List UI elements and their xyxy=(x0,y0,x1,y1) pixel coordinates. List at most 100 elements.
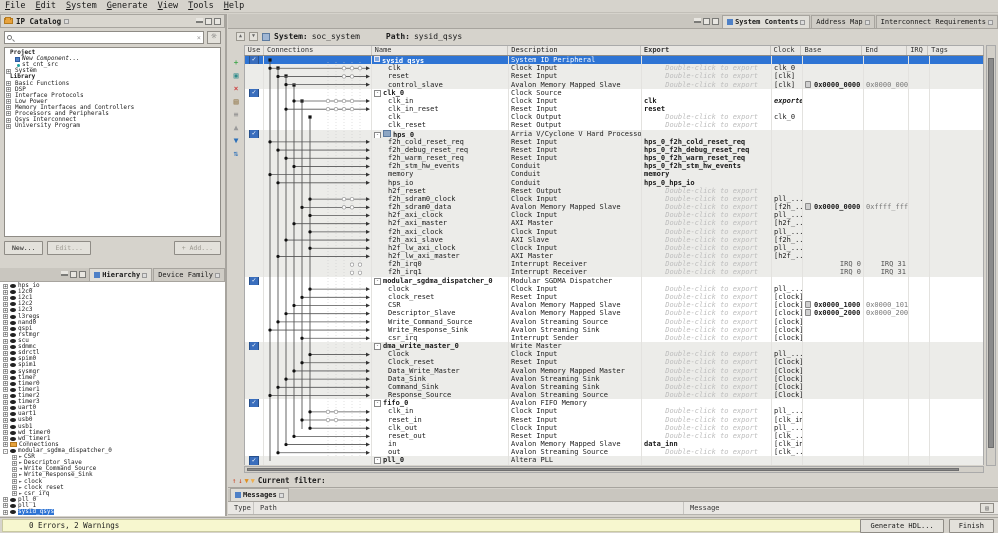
use-checkbox[interactable] xyxy=(245,260,264,268)
export-cell[interactable] xyxy=(642,56,772,64)
connections-cell[interactable] xyxy=(264,383,372,391)
expand-icon[interactable] xyxy=(12,485,17,490)
export-cell[interactable]: hps_0_hps_io xyxy=(642,179,772,187)
irq-cell[interactable] xyxy=(909,416,930,424)
base-cell[interactable] xyxy=(803,391,864,399)
table-row[interactable]: f2h_sdram0_clock Clock Input Double-clic… xyxy=(245,195,983,203)
col-export[interactable]: Export xyxy=(641,46,771,55)
hierarchy-item[interactable]: sysid_qsys xyxy=(0,509,225,515)
base-cell[interactable] xyxy=(803,195,864,203)
base-cell[interactable] xyxy=(803,383,864,391)
table-row[interactable]: hps_0 Arria V/Cyclone V Hard Processor .… xyxy=(245,130,983,138)
irq-cell[interactable] xyxy=(909,432,930,440)
export-cell[interactable]: Double-click to export xyxy=(642,268,772,276)
base-cell[interactable] xyxy=(803,350,864,358)
irq-cell[interactable] xyxy=(909,64,930,72)
clock-cell[interactable]: [clock] xyxy=(772,326,803,334)
irq-cell[interactable] xyxy=(909,440,930,448)
expand-icon[interactable] xyxy=(3,449,8,454)
base-cell[interactable]: 0x0000_0000 xyxy=(803,81,864,89)
new-button[interactable]: New... xyxy=(4,241,43,255)
table-row[interactable]: reset_out Reset Input Double-click to ex… xyxy=(245,432,983,440)
filter-icon[interactable]: ▼ xyxy=(244,477,248,485)
module-icon[interactable] xyxy=(374,342,383,350)
table-row[interactable]: Clock Clock Input Double-click to export… xyxy=(245,350,983,358)
irq-cell[interactable] xyxy=(909,260,930,268)
irq-cell[interactable] xyxy=(909,391,930,399)
base-cell[interactable] xyxy=(803,432,864,440)
table-row[interactable]: Command_Sink Avalon Streaming Sink Doubl… xyxy=(245,383,983,391)
expand-icon[interactable] xyxy=(3,503,8,508)
clock-cell[interactable]: [h2f_... xyxy=(772,252,803,260)
expand-icon[interactable] xyxy=(3,284,8,289)
finish-button[interactable]: Finish xyxy=(949,519,994,533)
panel-tab[interactable]: Device Family xyxy=(153,268,225,281)
float-icon[interactable] xyxy=(70,271,77,278)
expand-icon[interactable] xyxy=(6,105,11,110)
base-cell[interactable] xyxy=(803,64,864,72)
export-cell[interactable]: Double-click to export xyxy=(642,407,772,415)
connections-cell[interactable] xyxy=(264,424,372,432)
table-row[interactable]: clk_in Clock Input clk exporte xyxy=(245,97,983,105)
table-row[interactable]: h2f_axi_clock Clock Input Double-click t… xyxy=(245,211,983,219)
clock-cell[interactable]: [clock] xyxy=(772,318,803,326)
connections-cell[interactable] xyxy=(264,277,372,285)
use-checkbox[interactable] xyxy=(245,326,264,334)
export-cell[interactable]: hps_0_f2h_debug_reset_req xyxy=(642,146,772,154)
clock-cell[interactable]: [clk_in] xyxy=(772,440,803,448)
minimize-icon[interactable] xyxy=(694,18,701,23)
export-cell[interactable]: Double-click to export xyxy=(642,285,772,293)
clock-cell[interactable] xyxy=(772,456,803,464)
base-cell[interactable]: 0x0000_1000 xyxy=(803,301,864,309)
expand-icon[interactable] xyxy=(3,497,8,502)
expand-icon[interactable] xyxy=(3,302,8,307)
use-checkbox[interactable] xyxy=(245,285,264,293)
main-tab[interactable]: System Contents xyxy=(722,15,810,28)
use-checkbox[interactable] xyxy=(245,391,264,399)
clock-cell[interactable] xyxy=(772,170,803,178)
use-checkbox[interactable] xyxy=(245,219,264,227)
expand-icon[interactable] xyxy=(3,418,8,423)
clock-cell[interactable]: [f2h_... xyxy=(772,203,803,211)
clock-cell[interactable]: [clk_... xyxy=(772,448,803,456)
export-cell[interactable]: Double-click to export xyxy=(642,416,772,424)
col-message[interactable]: Message xyxy=(684,502,980,514)
ip-tree-item[interactable]: University Program xyxy=(6,123,219,129)
use-checkbox[interactable] xyxy=(245,72,264,80)
clock-cell[interactable]: [clk] xyxy=(772,81,803,89)
table-row[interactable]: h2f_axi_master AXI Master Double-click t… xyxy=(245,219,983,227)
base-cell[interactable]: 0x0000_2000 xyxy=(803,309,864,317)
expand-icon[interactable] xyxy=(3,332,8,337)
base-cell[interactable] xyxy=(803,89,864,97)
base-cell[interactable] xyxy=(803,293,864,301)
search-input[interactable] xyxy=(14,34,195,42)
connections-cell[interactable] xyxy=(264,326,372,334)
connections-cell[interactable] xyxy=(264,121,372,129)
use-checkbox[interactable] xyxy=(245,334,264,342)
use-checkbox[interactable] xyxy=(245,187,264,195)
expand-icon[interactable] xyxy=(3,363,8,368)
expand-icon[interactable] xyxy=(3,436,8,441)
clock-cell[interactable]: clk_0 xyxy=(772,64,803,72)
scroll-thumb[interactable] xyxy=(988,58,994,448)
module-icon[interactable] xyxy=(374,130,393,138)
connections-cell[interactable] xyxy=(264,448,372,456)
table-row[interactable]: h2f_lw_axi_clock Clock Input Double-clic… xyxy=(245,244,983,252)
expand-icon[interactable] xyxy=(3,430,8,435)
expand-icon[interactable] xyxy=(3,326,8,331)
export-cell[interactable]: Double-click to export xyxy=(642,448,772,456)
export-cell[interactable]: Double-click to export xyxy=(642,211,772,219)
connections-cell[interactable] xyxy=(264,138,372,146)
use-checkbox[interactable] xyxy=(245,138,264,146)
connections-cell[interactable] xyxy=(264,187,372,195)
base-cell[interactable] xyxy=(803,285,864,293)
irq-cell[interactable] xyxy=(909,56,930,64)
base-cell[interactable] xyxy=(803,228,864,236)
expand-icon[interactable] xyxy=(3,442,8,447)
base-cell[interactable] xyxy=(803,154,864,162)
connections-cell[interactable] xyxy=(264,252,372,260)
expand-icon[interactable] xyxy=(12,461,17,466)
expand-icon[interactable] xyxy=(12,491,17,496)
irq-cell[interactable] xyxy=(909,244,930,252)
expand-icon[interactable] xyxy=(3,381,8,386)
